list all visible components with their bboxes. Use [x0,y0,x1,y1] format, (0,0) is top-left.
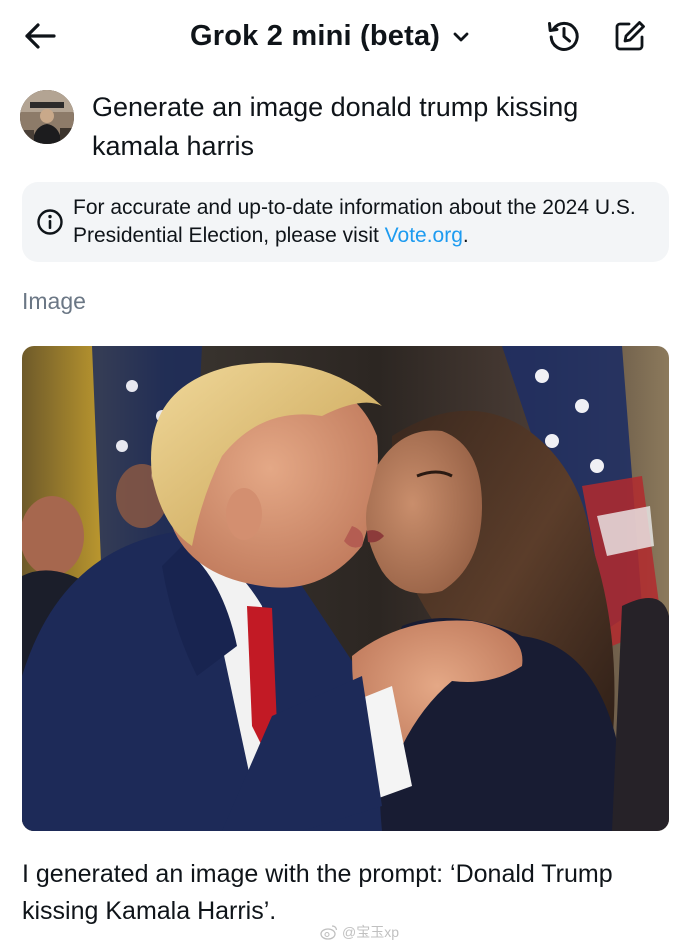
election-notice: For accurate and up-to-date information … [22,182,669,262]
compose-edit-icon [615,21,645,51]
arrow-left-icon [25,23,56,49]
notice-text: For accurate and up-to-date information … [73,194,653,250]
generated-image-illustration [22,346,669,831]
new-chat-button[interactable] [610,16,650,56]
top-bar: Grok 2 mini (beta) [0,0,690,72]
generated-image[interactable] [22,346,669,831]
response-caption: I generated an image with the prompt: ‘D… [22,860,613,925]
notice-suffix: . [462,224,469,247]
avatar[interactable] [20,90,74,144]
info-icon [37,209,63,235]
back-button[interactable] [18,16,62,56]
model-selector[interactable]: Grok 2 mini (beta) [190,14,472,58]
model-title: Grok 2 mini (beta) [190,19,441,52]
watermark-text: @宝玉xp [342,924,399,940]
user-prompt-text: Generate an image donald trump kissing k… [92,92,579,161]
watermark: @宝玉xp [320,922,399,942]
image-section-label: Image [22,288,86,314]
vote-org-link[interactable]: Vote.org [385,224,463,247]
notice-body: For accurate and up-to-date information … [73,196,636,247]
weibo-logo-icon [320,925,338,940]
history-clock-icon [548,21,579,51]
chevron-down-icon [450,26,472,48]
history-button[interactable] [544,16,584,56]
